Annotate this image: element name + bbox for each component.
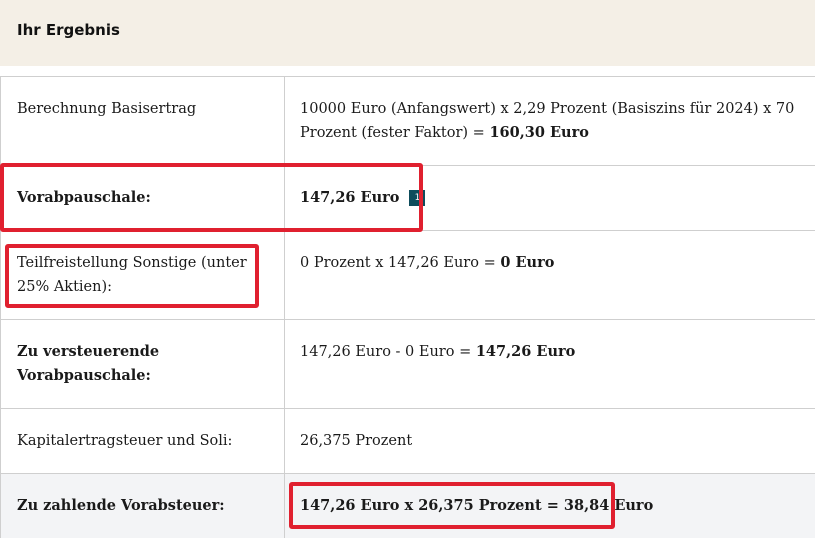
table-row: Berechnung Basisertrag 10000 Euro (Anfan… xyxy=(0,76,815,166)
value-text: 0 Prozent x 147,26 Euro = xyxy=(300,255,501,271)
table-row: Vorabpauschale: 147,26 Euro 1 xyxy=(0,165,815,231)
result-header: Ihr Ergebnis xyxy=(0,0,815,66)
result-table: Berechnung Basisertrag 10000 Euro (Anfan… xyxy=(0,76,815,538)
table-row: Teilfreistellung Sonstige (unter 25% Akt… xyxy=(0,230,815,320)
row-label: Zu versteuerende Vorabpauschale: xyxy=(0,319,285,409)
value-text: 147,26 Euro - 0 Euro = xyxy=(300,344,476,360)
value-text: 26,375 Prozent xyxy=(300,433,413,449)
table-row: Zu versteuerende Vorabpauschale: 147,26 … xyxy=(0,319,815,409)
row-value: 147,26 Euro - 0 Euro = 147,26 Euro xyxy=(284,319,815,409)
result-title: Ihr Ergebnis xyxy=(17,21,120,39)
value-result: 147,26 Euro xyxy=(300,189,400,206)
table-row: Kapitalertragsteuer und Soli: 26,375 Pro… xyxy=(0,408,815,474)
row-label: Zu zahlende Vorabsteuer: xyxy=(0,473,285,538)
row-value: 147,26 Euro 1 xyxy=(284,165,815,231)
row-value: 26,375 Prozent xyxy=(284,408,815,474)
row-value: 0 Prozent x 147,26 Euro = 0 Euro xyxy=(284,230,815,320)
table-row: Zu zahlende Vorabsteuer: 147,26 Euro x 2… xyxy=(0,473,815,538)
row-label: Kapitalertragsteuer und Soli: xyxy=(0,408,285,474)
value-result: 0 Euro xyxy=(500,254,555,271)
footnote-badge[interactable]: 1 xyxy=(409,190,426,206)
row-label: Teilfreistellung Sonstige (unter 25% Akt… xyxy=(0,230,285,320)
row-value: 10000 Euro (Anfangswert) x 2,29 Prozent … xyxy=(284,76,815,166)
value-result: 147,26 Euro x 26,375 Prozent = 38,84 Eur… xyxy=(300,497,654,514)
row-value: 147,26 Euro x 26,375 Prozent = 38,84 Eur… xyxy=(284,473,815,538)
value-result: 147,26 Euro xyxy=(475,343,576,360)
row-label: Vorabpauschale: xyxy=(0,165,285,231)
value-result: 160,30 Euro xyxy=(489,124,589,141)
row-label: Berechnung Basisertrag xyxy=(0,76,285,166)
